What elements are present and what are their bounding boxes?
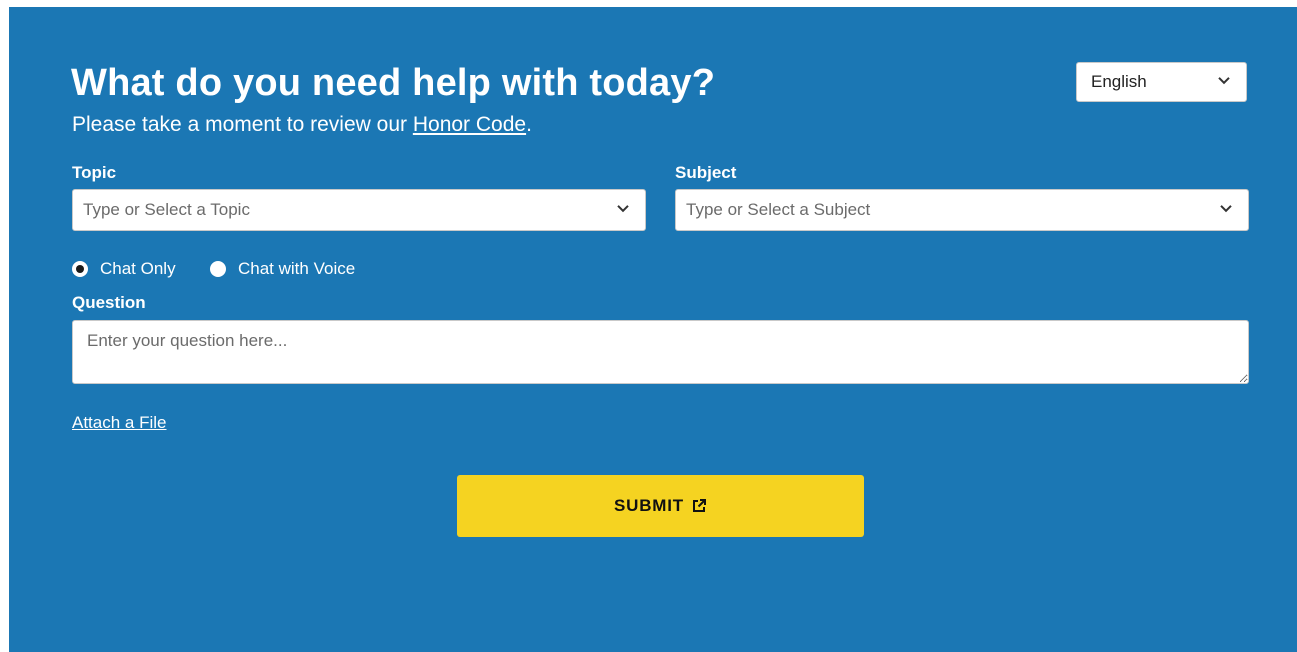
attach-file-link[interactable]: Attach a File: [72, 413, 167, 433]
honor-code-link[interactable]: Honor Code: [413, 113, 526, 136]
language-selected-value: English: [1091, 72, 1147, 91]
radio-chat-only-label: Chat Only: [100, 259, 176, 278]
subtitle-suffix: .: [526, 113, 532, 136]
submit-button[interactable]: SUBMIT: [457, 475, 864, 537]
chevron-down-icon: [1218, 77, 1230, 85]
chevron-down-icon: [1220, 205, 1232, 213]
radio-checked-icon: [72, 261, 88, 277]
subject-label: Subject: [675, 163, 737, 182]
subject-select[interactable]: Type or Select a Subject: [675, 189, 1249, 231]
radio-unchecked-icon: [210, 261, 226, 277]
external-link-icon: [692, 499, 706, 512]
radio-chat-with-voice-label: Chat with Voice: [238, 259, 356, 278]
topic-placeholder: Type or Select a Topic: [83, 200, 250, 219]
subject-placeholder: Type or Select a Subject: [686, 200, 871, 219]
radio-chat-with-voice[interactable]: Chat with Voice: [210, 258, 355, 280]
question-input[interactable]: [72, 320, 1249, 384]
help-request-panel: What do you need help with today? Please…: [9, 7, 1297, 652]
language-select[interactable]: English: [1076, 62, 1247, 102]
radio-chat-only[interactable]: Chat Only: [72, 258, 176, 280]
page-title: What do you need help with today?: [71, 62, 716, 104]
topic-select[interactable]: Type or Select a Topic: [72, 189, 646, 231]
subtitle: Please take a moment to review our Honor…: [72, 113, 532, 137]
question-label: Question: [72, 293, 146, 312]
chevron-down-icon: [617, 205, 629, 213]
submit-label: SUBMIT: [614, 496, 684, 515]
subtitle-prefix: Please take a moment to review our: [72, 113, 413, 136]
topic-label: Topic: [72, 163, 117, 182]
